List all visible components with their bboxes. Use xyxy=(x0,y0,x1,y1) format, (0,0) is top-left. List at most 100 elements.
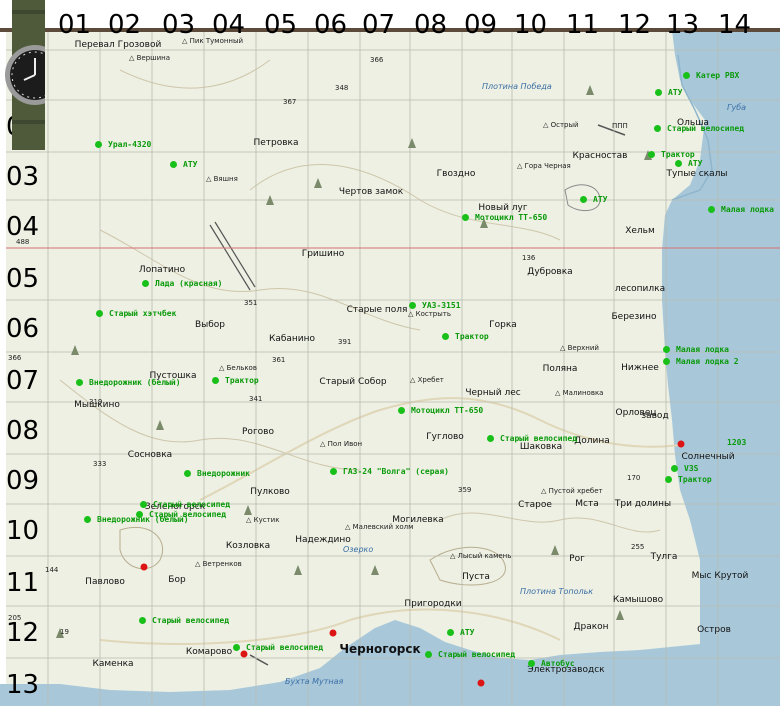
vehicle-marker[interactable]: АТУ xyxy=(675,159,702,168)
town-label: Гришино xyxy=(301,249,345,259)
town-label: Комарово xyxy=(185,647,233,657)
town-label: Березино xyxy=(611,312,657,322)
elevation-label: 19 xyxy=(60,628,69,636)
vehicle-marker[interactable]: Катер РВХ xyxy=(683,71,739,80)
elevation-label: 351 xyxy=(244,299,258,307)
vehicle-marker[interactable]: Лада (красная) xyxy=(142,279,222,288)
vehicle-marker[interactable]: Мотоцикл ТТ-650 xyxy=(462,213,547,222)
vehicle-marker[interactable]: Внедорожник (белый) xyxy=(84,515,189,524)
town-label: Долина xyxy=(574,436,610,446)
vehicle-marker[interactable]: Автобус xyxy=(528,659,575,668)
vehicle-marker[interactable]: Трактор xyxy=(665,475,712,484)
vehicle-dot xyxy=(95,141,102,148)
water-label: Бухта Мутная xyxy=(285,677,344,686)
grid-col-14: 14 xyxy=(718,10,752,40)
elevation-label: 366 xyxy=(370,56,384,64)
vehicle-marker[interactable]: Старый велосипед xyxy=(425,650,515,659)
grid-row-05: 05 xyxy=(6,264,40,294)
elevation-label: 144 xyxy=(45,566,59,574)
town-label: Пулково xyxy=(250,487,290,497)
red-marker[interactable] xyxy=(140,563,148,571)
town-label: Пригородки xyxy=(404,599,462,609)
vehicle-marker[interactable]: Старый велосипед xyxy=(654,124,744,133)
vehicle-marker[interactable]: АТУ xyxy=(580,195,607,204)
peak-label: △ Острый xyxy=(543,121,579,129)
elevation-label: 348 xyxy=(335,84,349,92)
peak-label: △ Кустик xyxy=(246,516,280,524)
town-label: Дракон xyxy=(573,622,609,632)
grid-col-12: 12 xyxy=(618,10,652,40)
red-marker[interactable] xyxy=(477,679,485,687)
vehicle-dot xyxy=(184,470,191,477)
vehicle-marker[interactable]: Трактор xyxy=(442,332,489,341)
vehicle-marker[interactable]: АТУ xyxy=(170,160,197,169)
vehicle-marker[interactable]: Внедорожник xyxy=(184,469,250,478)
vehicle-marker[interactable]: Малая лодка xyxy=(708,205,774,214)
vehicle-dot xyxy=(683,72,690,79)
town-label: Горка xyxy=(489,320,517,330)
elevation-label: 205 xyxy=(8,614,22,622)
grid-col-07: 07 xyxy=(362,10,396,40)
elevation-label: 488 xyxy=(16,238,30,246)
grid-col-06: 06 xyxy=(314,10,348,40)
town-label: Черный лес xyxy=(465,388,521,398)
vehicle-dot xyxy=(140,501,147,508)
grid-row-13: 13 xyxy=(6,670,40,700)
vehicle-marker[interactable]: Мотоцикл ТТ-650 xyxy=(398,406,483,415)
vehicle-marker[interactable]: Трактор xyxy=(212,376,259,385)
town-label: Каменка xyxy=(92,659,134,669)
town-label: Пуста xyxy=(462,572,490,582)
town-label: Козловка xyxy=(225,541,271,551)
town-label: Рог xyxy=(569,554,585,564)
town-label: Красностав xyxy=(572,151,628,161)
vehicle-dot xyxy=(447,629,454,636)
vehicle-marker[interactable]: Старый хэтчбек xyxy=(96,309,176,318)
town-label: Лопатино xyxy=(138,265,186,275)
water-label: Озерко xyxy=(343,545,374,554)
elevation-label: 341 xyxy=(249,395,263,403)
grid-row-03: 03 xyxy=(6,162,40,192)
town-label: Павлово xyxy=(85,577,125,587)
town-label: Поляна xyxy=(542,364,578,374)
red-marker[interactable] xyxy=(329,629,337,637)
vehicle-dot xyxy=(84,516,91,523)
vehicle-dot xyxy=(139,617,146,624)
town-label: Надеждино xyxy=(295,535,351,545)
map-view[interactable]: 01 02 03 04 05 06 07 08 09 10 11 12 13 1… xyxy=(0,0,780,706)
vehicle-marker[interactable]: V3S xyxy=(671,464,698,473)
vehicle-dot xyxy=(654,125,661,132)
vehicle-marker[interactable]: Урал-4320 xyxy=(95,140,151,149)
vehicle-dot xyxy=(580,196,587,203)
vehicle-marker[interactable]: Старый велосипед xyxy=(487,434,577,443)
wristwatch-icon xyxy=(5,0,45,150)
vehicle-dot xyxy=(170,161,177,168)
town-label: Рогово xyxy=(242,427,274,437)
vehicle-dot xyxy=(708,206,715,213)
vehicle-marker[interactable]: Трактор xyxy=(648,150,695,159)
map-label: ППП xyxy=(612,122,628,130)
town-label: Старое xyxy=(518,500,552,510)
vehicle-marker[interactable]: АТУ xyxy=(655,88,682,97)
vehicle-marker[interactable]: Малая лодка xyxy=(663,345,729,354)
vehicle-marker[interactable]: Старый велосипед xyxy=(140,500,230,509)
vehicle-marker[interactable]: Старый велосипед xyxy=(139,616,229,625)
hazard-marker[interactable] xyxy=(677,440,685,448)
elevation-label: 366 xyxy=(8,354,22,362)
water-label: Плотина Победа xyxy=(482,82,552,91)
vehicle-marker[interactable]: Малая лодка 2 xyxy=(663,357,739,366)
elevation-label: 170 xyxy=(627,474,641,482)
red-marker[interactable] xyxy=(240,650,248,658)
town-label: Солнечный xyxy=(681,452,735,462)
town-label: Остров xyxy=(697,625,731,635)
vehicle-marker[interactable]: ГАЗ-24 "Волга" (серая) xyxy=(330,467,449,476)
town-label: Хельм xyxy=(625,226,655,236)
vehicle-marker[interactable]: УАЗ-3151 xyxy=(409,301,461,310)
vehicle-dot xyxy=(330,468,337,475)
town-label: Камышово xyxy=(612,595,664,605)
grid-row-11: 11 xyxy=(6,568,40,598)
peak-label: △ Малевский холм xyxy=(345,523,414,531)
vehicle-marker[interactable]: Внедорожник (белый) xyxy=(76,378,181,387)
vehicle-marker[interactable]: АТУ xyxy=(447,628,474,637)
town-label: Дубровка xyxy=(527,267,573,277)
vehicle-dot xyxy=(96,310,103,317)
